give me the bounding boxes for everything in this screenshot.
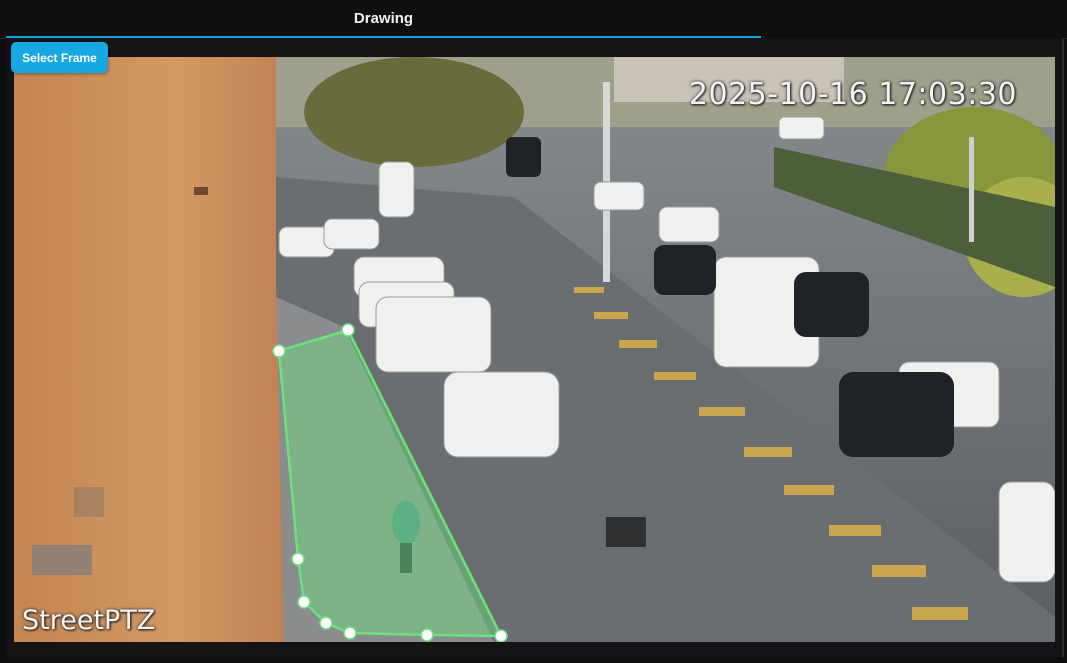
- bottom-bar: [0, 657, 1067, 663]
- zone-vertex-handle[interactable]: [319, 616, 333, 630]
- zone-vertex-handle[interactable]: [272, 344, 286, 358]
- zone-vertex-handle[interactable]: [297, 595, 311, 609]
- zone-vertex-handle[interactable]: [494, 629, 508, 642]
- camera-frame[interactable]: 2025-10-16 17:03:30 StreetPTZ: [14, 57, 1055, 642]
- zone-polygon[interactable]: [277, 328, 504, 638]
- zone-vertex-handle[interactable]: [291, 552, 305, 566]
- select-frame-button[interactable]: Select Frame: [11, 42, 108, 73]
- zone-vertex-handle[interactable]: [420, 628, 434, 642]
- zone-editor[interactable]: [14, 57, 1055, 642]
- tab-drawing[interactable]: Drawing: [6, 0, 761, 38]
- tab-drawing-label: Drawing: [353, 9, 414, 27]
- zone-vertex-handle[interactable]: [341, 323, 355, 337]
- zone-vertex-handle[interactable]: [343, 626, 357, 640]
- panel-divider: [1062, 38, 1064, 657]
- tab-bar: Drawing: [0, 0, 1067, 39]
